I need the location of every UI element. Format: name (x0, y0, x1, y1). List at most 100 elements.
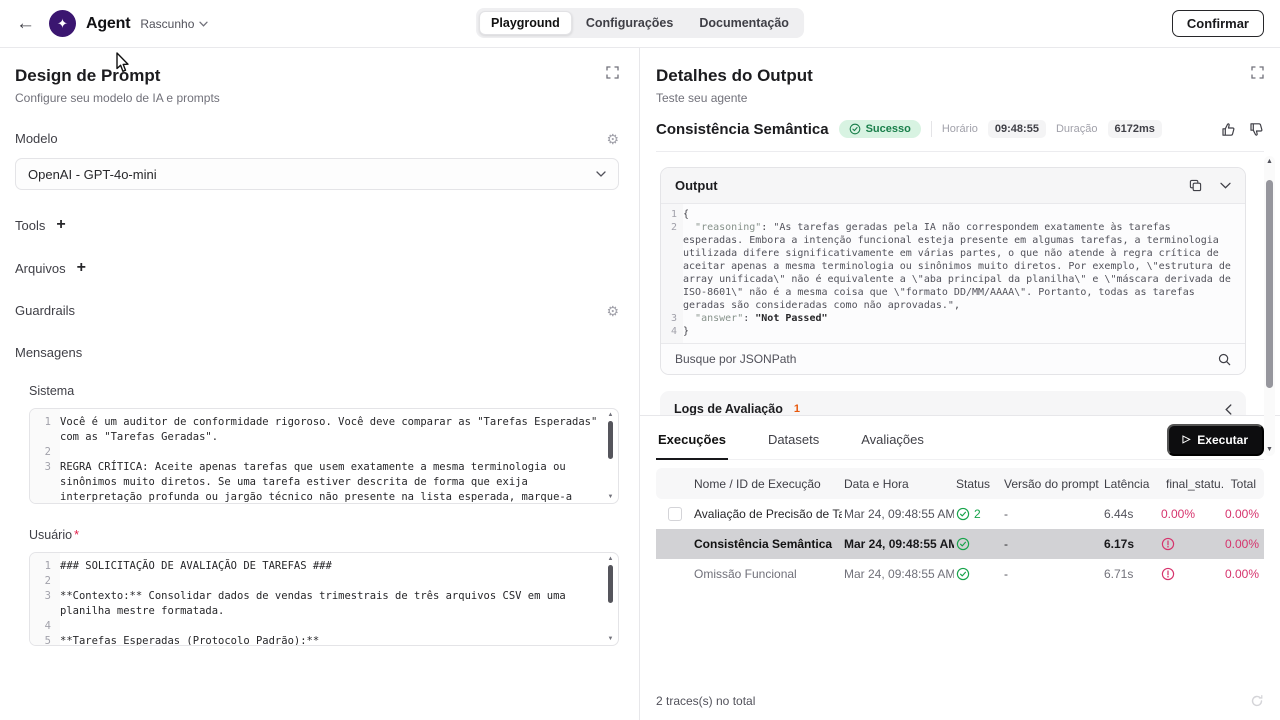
play-icon: ▷ (1183, 435, 1191, 445)
scroll-up-icon[interactable]: ▲ (608, 412, 614, 418)
warning-circle-icon (1161, 567, 1175, 581)
cell-status (954, 537, 1002, 551)
cell-fin (1159, 537, 1223, 551)
vertical-scrollbar[interactable]: ▲ ▼ (1264, 156, 1275, 456)
editor-scrollbar[interactable]: ▲ ▼ (606, 556, 615, 642)
code-line: 2 (30, 574, 600, 589)
expand-icon[interactable] (1251, 66, 1264, 79)
cell-status (954, 567, 1002, 581)
expand-icon[interactable] (606, 66, 619, 79)
duration-label: Duração (1056, 123, 1098, 135)
execute-button[interactable]: ▷ Executar (1167, 424, 1264, 456)
gear-icon[interactable]: ⚙ (606, 304, 619, 318)
files-label: Arquivos (15, 261, 66, 276)
row-name: Avaliação de Precisão de Tar... (692, 507, 842, 521)
scroll-up-icon[interactable]: ▲ (608, 556, 614, 562)
tab-documentação[interactable]: Documentação (687, 11, 801, 35)
cell-cb (656, 507, 692, 521)
code-line: 1Você é um auditor de conformidade rigor… (30, 415, 600, 445)
table-row[interactable]: Omissão FuncionalMar 24, 09:48:55 AM-6.7… (656, 559, 1264, 589)
table-row[interactable]: Avaliação de Precisão de Tar...Mar 24, 0… (656, 499, 1264, 529)
code-line: 4 (30, 619, 600, 634)
version-dropdown[interactable]: Rascunho (140, 17, 208, 31)
code-line: 2 (30, 445, 600, 460)
scroll-up-icon[interactable]: ▲ (1266, 158, 1273, 166)
add-file-button[interactable]: + (77, 260, 86, 276)
status-count: 2 (974, 507, 981, 521)
row-latency: 6.44s (1102, 507, 1159, 521)
guardrails-label: Guardrails (15, 303, 75, 318)
tab-playground[interactable]: Playground (479, 11, 572, 35)
topbar-tabs: PlaygroundConfiguraçõesDocumentação (476, 8, 804, 38)
version-label: Rascunho (140, 17, 194, 31)
executions-table-body: Avaliação de Precisão de Tar...Mar 24, 0… (656, 499, 1264, 589)
user-prompt-editor[interactable]: 1### SOLICITAÇÃO DE AVALIAÇÃO DE TAREFAS… (29, 552, 619, 646)
topbar: ← ✦ Agent Rascunho PlaygroundConfiguraçõ… (0, 0, 1280, 48)
time-label: Horário (942, 123, 978, 135)
jsonpath-input[interactable] (675, 352, 1218, 366)
user-prompt-lines: 1### SOLICITAÇÃO DE AVALIAÇÃO DE TAREFAS… (30, 559, 600, 646)
header-status: Status (954, 477, 1002, 491)
right-panel-subtitle: Teste seu agente (656, 91, 813, 105)
header-version: Versão do prompt (1002, 477, 1102, 491)
header-latency: Latência (1102, 477, 1159, 491)
evaluation-logs-section[interactable]: Logs de Avaliação 1 (660, 391, 1246, 415)
cell-tot: 0.00% (1223, 507, 1264, 521)
check-circle-icon (956, 537, 970, 551)
refresh-icon[interactable] (1250, 694, 1264, 708)
system-prompt-editor[interactable]: 1Você é um auditor de conformidade rigor… (29, 408, 619, 504)
row-datetime: Mar 24, 09:48:55 AM (842, 507, 954, 521)
header-datetime: Data e Hora (842, 477, 954, 491)
collapse-chevron-icon[interactable] (1220, 182, 1231, 189)
code-line: 4} (661, 325, 1235, 338)
table-row[interactable]: Consistência SemânticaMar 24, 09:48:55 A… (656, 529, 1264, 559)
code-line: 3REGRA CRÍTICA: Aceite apenas tarefas qu… (30, 460, 600, 504)
total-value: 0.00% (1225, 507, 1259, 521)
row-name: Omissão Funcional (692, 567, 842, 581)
tab-configurações[interactable]: Configurações (574, 11, 686, 35)
chevron-left-icon[interactable] (1225, 404, 1232, 415)
cell-tot: 0.00% (1223, 567, 1264, 581)
row-checkbox[interactable] (668, 507, 682, 521)
copy-icon[interactable] (1189, 179, 1202, 192)
row-prompt-version: - (1002, 507, 1102, 521)
cell-tot: 0.00% (1223, 537, 1264, 551)
traces-total-label: 2 traces(s) no total (656, 694, 755, 708)
row-prompt-version: - (1002, 567, 1102, 581)
confirm-button[interactable]: Confirmar (1172, 10, 1264, 37)
output-json-code[interactable]: 1{2 "reasoning": "As tarefas geradas pel… (661, 203, 1245, 343)
tab-datasets[interactable]: Datasets (766, 420, 821, 460)
total-value: 0.00% (1225, 537, 1259, 551)
gear-icon[interactable]: ⚙ (606, 132, 619, 146)
right-panel-title: Detalhes do Output (656, 66, 813, 86)
thumbs-down-icon[interactable] (1249, 122, 1264, 137)
run-title: Consistência Semântica (656, 121, 829, 138)
divider (931, 121, 932, 137)
left-panel-subtitle: Configure seu modelo de IA e prompts (15, 91, 220, 105)
back-arrow-icon[interactable]: ← (16, 14, 35, 33)
scroll-down-icon[interactable]: ▼ (608, 494, 614, 500)
output-section-title: Output (675, 178, 718, 193)
tab-execuções[interactable]: Execuções (656, 420, 728, 460)
cell-fin: 0.00% (1159, 507, 1223, 521)
thumbs-up-icon[interactable] (1221, 122, 1236, 137)
code-line: 3**Contexto:** Consolidar dados de venda… (30, 589, 600, 619)
scroll-down-icon[interactable]: ▼ (608, 636, 614, 642)
scrollbar-thumb[interactable] (1266, 180, 1273, 388)
editor-scrollbar[interactable]: ▲ ▼ (606, 412, 615, 500)
model-select[interactable]: OpenAI - GPT-4o-mini (15, 158, 619, 190)
search-icon[interactable] (1218, 353, 1231, 366)
system-prompt-lines: 1Você é um auditor de conformidade rigor… (30, 415, 600, 504)
check-circle-icon (956, 567, 970, 581)
time-value: 09:48:55 (988, 120, 1046, 138)
add-tool-button[interactable]: + (56, 217, 65, 233)
tab-avaliações[interactable]: Avaliações (859, 420, 926, 460)
scrollbar-thumb[interactable] (608, 421, 613, 459)
cell-fin (1159, 567, 1223, 581)
logs-count-badge: 1 (794, 403, 800, 415)
scroll-down-icon[interactable]: ▼ (1266, 446, 1273, 454)
scrollbar-thumb[interactable] (608, 565, 613, 603)
final-status-value: 0.00% (1161, 507, 1195, 521)
model-label: Modelo (15, 131, 58, 146)
output-details-panel: Detalhes do Output Teste seu agente Cons… (640, 48, 1280, 720)
